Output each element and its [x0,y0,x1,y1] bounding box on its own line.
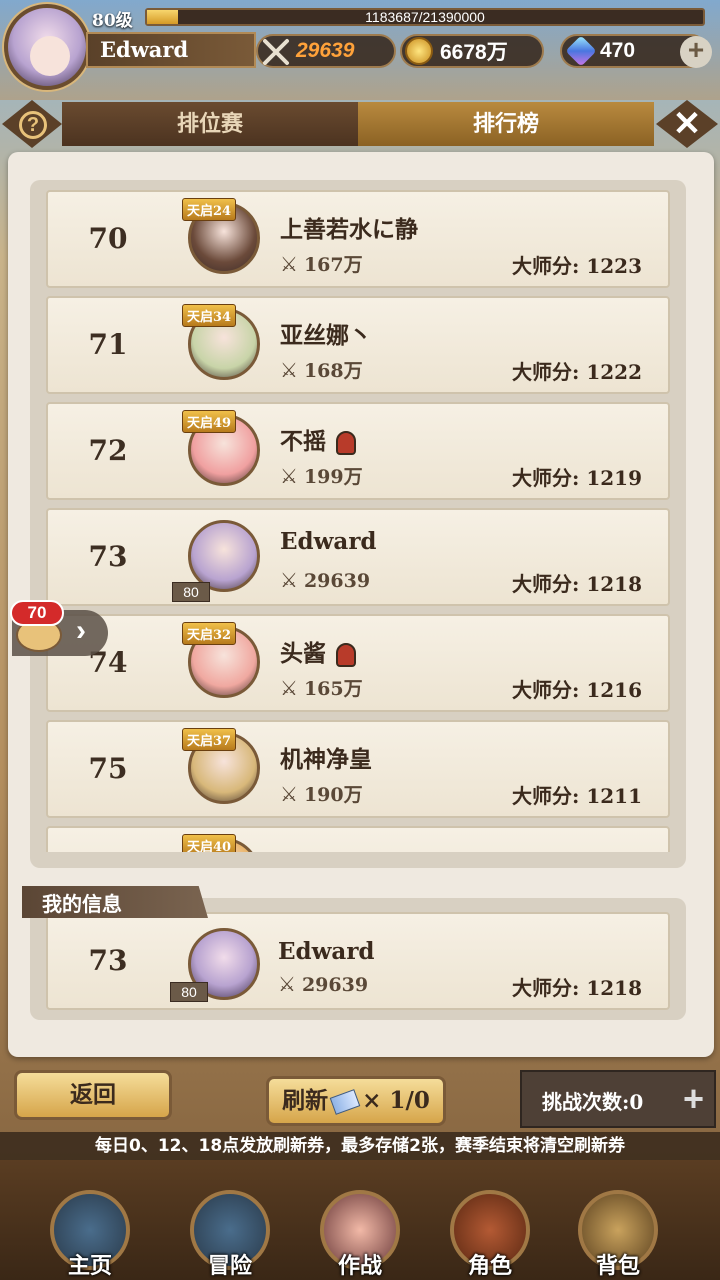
my-rank: 73 [88,944,128,977]
my-power: 29639 [278,972,368,996]
helmet-icon [336,643,356,667]
gem-icon [565,35,597,67]
player-name-cell: Edward [280,528,377,555]
back-button[interactable]: 返回 [14,1070,172,1120]
power-value: 29639 [296,39,355,62]
nav-adventure-label: 冒险 [207,1253,252,1279]
exp-bar: 1183687/21390000 [145,8,705,26]
nav-character-label: 角色 [467,1253,512,1279]
tier-badge: 天启34 [182,304,237,327]
leaderboard-list[interactable]: 70天启24上善若水に静167万大师分: 122371天启34亚丝娜丶168万大… [46,190,670,852]
rank-number: 71 [88,328,128,361]
master-score: 大师分: 1216 [511,678,642,702]
player-name: Edward [86,32,256,68]
table-row[interactable]: 天启40 [46,826,670,852]
rank-number: 75 [88,752,128,785]
ticket-icon [329,1089,361,1115]
power-cell: 168万 [280,356,363,383]
player-name-cell: 不摇 [280,422,356,456]
my-score: 大师分: 1218 [511,976,642,1000]
rank-number: 70 [88,222,128,255]
player-name-cell: 亚丝娜丶 [280,322,372,349]
tab-bar: ? 排位赛 排行榜 ✕ [0,100,720,148]
master-score: 大师分: 1218 [511,572,642,596]
table-row[interactable]: 74天启32头酱165万大师分: 1216 [46,614,670,712]
tier-badge: 天启49 [182,410,237,433]
my-level-badge: 80 [170,982,208,1002]
player-name-cell: 机神净皇 [280,746,372,773]
player-name-cell: 头酱 [280,634,356,668]
player-avatar[interactable] [4,4,90,90]
nav-home-label: 主页 [67,1253,112,1279]
add-gems-button[interactable]: + [680,36,712,68]
level-badge: 80 [172,582,210,602]
power-cell: 29639 [280,568,370,592]
player-level: 80级 [92,11,133,31]
gold-coin-icon [405,37,433,65]
tab-leaderboard[interactable]: 排行榜 [358,102,654,146]
gem-value: 470 [600,39,636,62]
nav-battle[interactable]: 作战 [310,1180,410,1280]
player-name-cell: 上善若水に静 [280,216,418,243]
refresh-count: × 1/0 [362,1087,430,1114]
my-info-label: 我的信息 [22,886,208,918]
power-display: 29639 [256,34,396,68]
nav-adventure[interactable]: 冒险 [180,1180,280,1280]
rank-number: 72 [88,434,128,467]
power-cell: 167万 [280,250,363,277]
master-score: 大师分: 1211 [511,784,642,808]
power-cell: 199万 [280,462,363,489]
close-icon: ✕ [672,105,702,143]
nav-battle-label: 作战 [337,1253,382,1279]
table-row[interactable]: 71 天启34 亚丝娜丶 168万 大师分: 1222 [46,296,670,394]
power-cell: 165万 [280,674,363,701]
refresh-label: 刷新 [282,1087,329,1114]
master-score: 大师分: 1222 [511,360,642,384]
chat-unread-count: 70 [10,600,64,626]
my-info-row: 73 80 Edward 29639 大师分: 1218 [46,912,670,1010]
nav-home[interactable]: 主页 [40,1180,140,1280]
nav-backpack-label: 背包 [595,1253,640,1279]
chevron-right-icon: › [76,614,86,647]
refresh-button[interactable]: 刷新 × 1/0 [266,1076,446,1126]
crossed-swords-icon [261,37,289,65]
tier-badge: 天启24 [182,198,237,221]
chat-button[interactable]: › 70 [4,600,108,660]
table-row[interactable]: 72 天启49 不摇 199万 大师分: 1219 [46,402,670,500]
tier-badge: 天启32 [182,622,237,645]
power-cell: 190万 [280,780,363,807]
table-row[interactable]: 73 80 Edward 29639 大师分: 1218 [46,508,670,606]
nav-character[interactable]: 角色 [440,1180,540,1280]
bottom-nav: 主页 冒险 作战 角色 背包 [0,1160,720,1280]
add-challenge-button[interactable]: + [683,1078,704,1120]
nav-backpack[interactable]: 背包 [568,1180,668,1280]
refresh-notice: 每日0、12、18点发放刷新券，最多存储2张，赛季结束将清空刷新券 [0,1132,720,1160]
close-button[interactable]: ✕ [656,100,718,148]
gold-display: 6678万 [400,34,544,68]
question-icon: ? [19,111,47,139]
tier-badge: 天启40 [182,834,237,852]
gold-value: 6678万 [440,41,508,64]
tab-ranked-match[interactable]: 排位赛 [62,102,358,146]
table-row[interactable]: 75 天启37 机神净皇 190万 大师分: 1211 [46,720,670,818]
help-button[interactable]: ? [2,100,62,148]
master-score: 大师分: 1223 [511,254,642,278]
rank-number [58,828,158,852]
my-name: Edward [278,938,375,965]
top-status-bar: 80级 1183687/21390000 Edward 29639 6678万 … [0,0,720,100]
helmet-icon [336,431,356,455]
master-score: 大师分: 1219 [511,466,642,490]
exp-text: 1183687/21390000 [365,9,485,25]
rank-number: 73 [88,540,128,573]
tier-badge: 天启37 [182,728,237,751]
table-row[interactable]: 70 天启24 上善若水に静 167万 大师分: 1223 [46,190,670,288]
leaderboard-list-container[interactable]: 70天启24上善若水に静167万大师分: 122371天启34亚丝娜丶168万大… [30,180,686,868]
challenge-count-panel: 挑战次数:0 + [520,1070,716,1128]
challenge-count: 挑战次数:0 [542,1090,644,1114]
